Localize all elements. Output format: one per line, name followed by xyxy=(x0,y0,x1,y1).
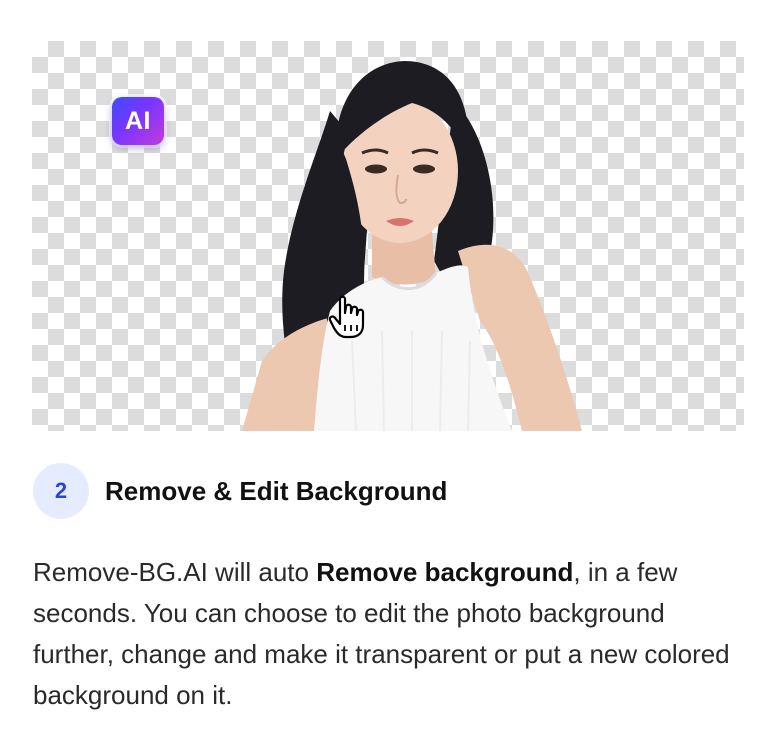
description-text-start: Remove-BG.AI will auto xyxy=(33,557,317,587)
ai-badge-label: AI xyxy=(125,106,151,135)
transparent-preview-image: AI xyxy=(32,41,744,431)
ai-badge-icon: AI xyxy=(112,97,164,145)
step-title: Remove & Edit Background xyxy=(105,475,448,506)
hand-pointer-icon xyxy=(328,295,365,339)
step-number-badge: 2 xyxy=(33,463,89,519)
feature-step-card: AI 2 Remove & Edit Background Remove-BG.… xyxy=(0,0,768,754)
step-description: Remove-BG.AI will auto Remove background… xyxy=(33,552,733,716)
subject-cutout-photo xyxy=(242,61,582,431)
step-heading: 2 Remove & Edit Background xyxy=(33,463,447,519)
description-highlight: Remove background xyxy=(316,557,574,587)
